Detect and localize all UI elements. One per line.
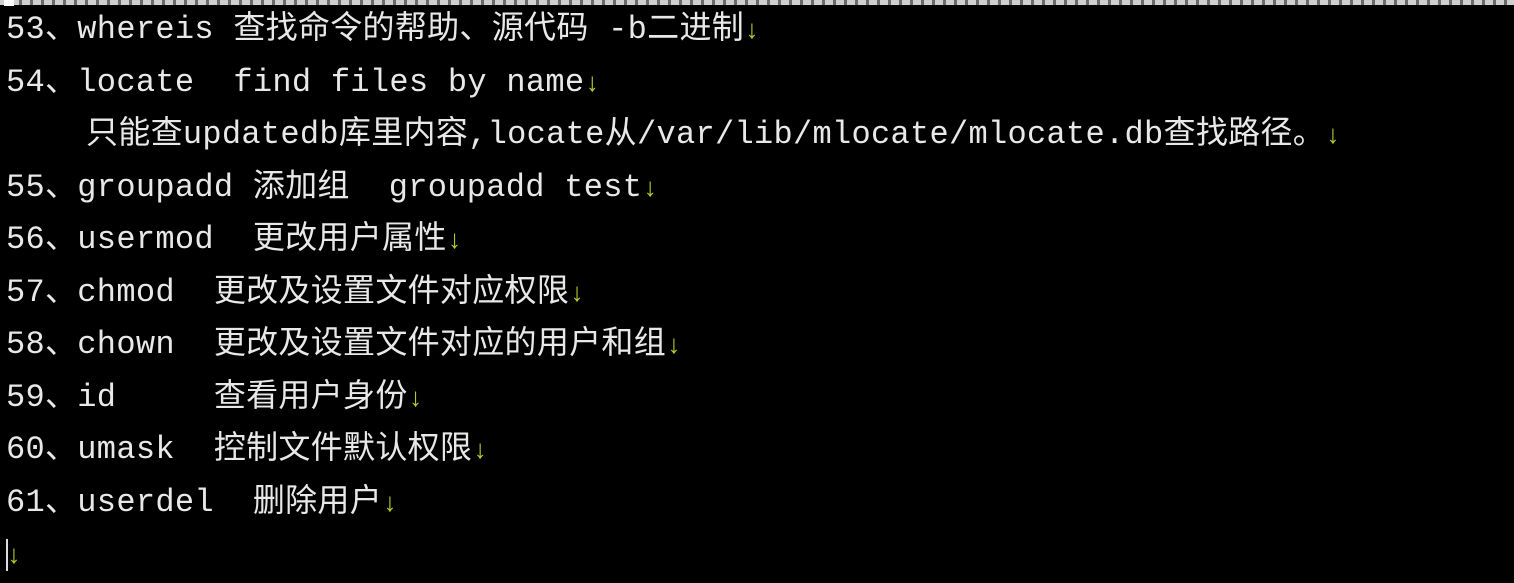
line-text: 55、groupadd 添加组 groupadd test (6, 168, 643, 206)
paragraph-mark-icon: ↓ (407, 383, 424, 414)
document-line: 53、whereis 查找命令的帮助、源代码 -b二进制↓ (6, 4, 1514, 57)
document-editor[interactable]: 53、whereis 查找命令的帮助、源代码 -b二进制↓ 54、locate … (6, 4, 1514, 582)
line-text: 56、usermod 更改用户属性 (6, 221, 447, 258)
line-text: 57、chmod 更改及设置文件对应权限 (6, 273, 570, 311)
paragraph-mark-icon: ↓ (6, 541, 22, 571)
document-line: 61、userdel 删除用户↓ (6, 477, 1514, 530)
document-line: 59、id 查看用户身份↓ (6, 372, 1514, 425)
document-line: 56、usermod 更改用户属性↓ (6, 214, 1514, 267)
line-text: 60、umask 控制文件默认权限 (6, 431, 473, 468)
line-text: 59、id 查看用户身份 (6, 378, 408, 416)
line-text: 53、whereis 查找命令的帮助、源代码 -b二进制 (6, 11, 745, 48)
document-line: 57、chmod 更改及设置文件对应权限↓ (6, 267, 1514, 320)
paragraph-mark-icon: ↓ (472, 436, 489, 466)
line-text: 54、locate find files by name (6, 63, 585, 101)
paragraph-mark-icon: ↓ (569, 278, 586, 309)
document-line: 55、groupadd 添加组 groupadd test↓ (6, 162, 1514, 215)
paragraph-mark-icon: ↓ (446, 226, 463, 256)
paragraph-mark-icon: ↓ (382, 488, 398, 519)
paragraph-mark-icon: ↓ (642, 173, 659, 204)
document-line: 54、locate find files by name↓ (6, 57, 1514, 110)
document-line: 58、chown 更改及设置文件对应的用户和组↓ (6, 319, 1514, 372)
document-line-empty: ↓ (6, 529, 1514, 582)
line-text: 58、chown 更改及设置文件对应的用户和组 (6, 326, 667, 363)
paragraph-mark-icon: ↓ (584, 68, 601, 99)
document-line: 只能查updatedb库里内容,locate从/var/lib/mlocate/… (6, 109, 1514, 162)
paragraph-mark-icon: ↓ (1325, 121, 1341, 151)
line-text: 只能查updatedb库里内容,locate从/var/lib/mlocate/… (86, 116, 1326, 153)
line-text: 61、userdel 删除用户 (6, 483, 383, 521)
document-line: 60、umask 控制文件默认权限↓ (6, 424, 1514, 477)
paragraph-mark-icon: ↓ (744, 16, 760, 46)
paragraph-mark-icon: ↓ (666, 331, 682, 361)
